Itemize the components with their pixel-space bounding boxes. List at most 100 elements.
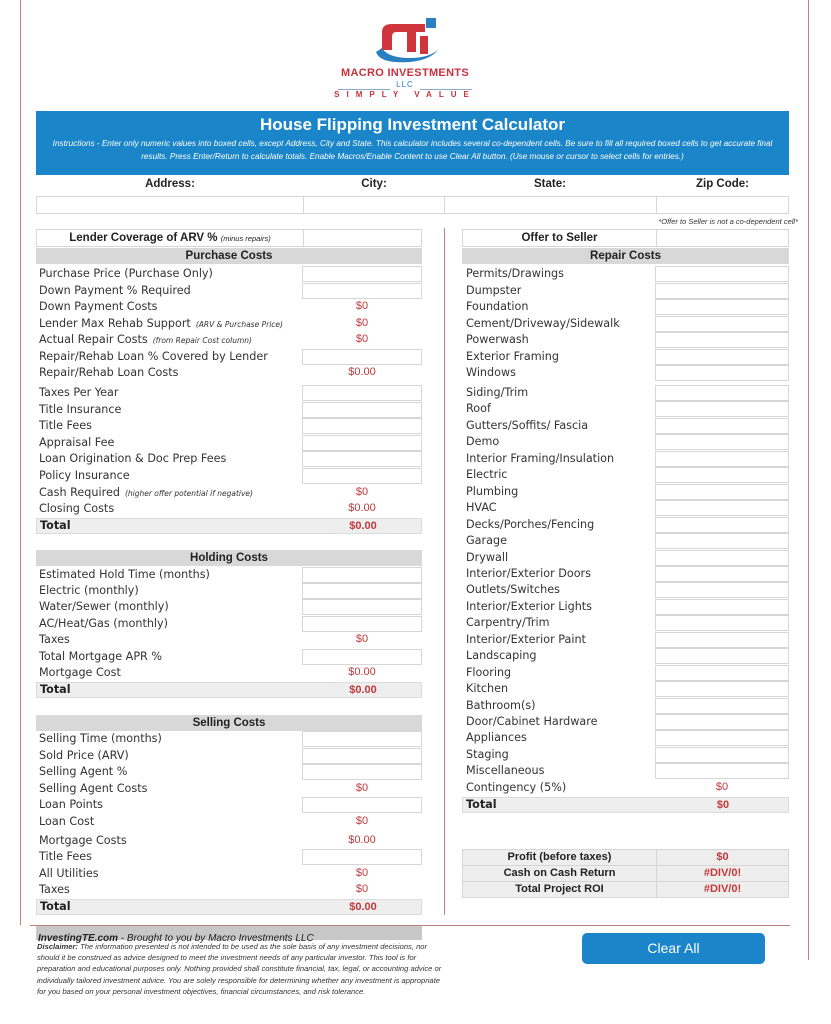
value-input[interactable] [302, 349, 422, 365]
value-input[interactable] [655, 599, 789, 615]
city-field[interactable] [303, 196, 445, 214]
disclaimer: Disclaimer: The information presented is… [37, 941, 447, 997]
address-field[interactable] [36, 196, 304, 214]
value-input[interactable] [302, 385, 422, 401]
value-input[interactable] [655, 401, 789, 417]
value-input[interactable] [655, 500, 789, 516]
value-input[interactable] [655, 698, 789, 714]
row-label: HVAC [466, 501, 497, 514]
row-label: Interior/Exterior Doors [466, 567, 591, 580]
row-label: Decks/Porches/Fencing [466, 518, 595, 531]
value-input[interactable] [302, 451, 422, 467]
purchase-costs-total: Total $0.00 [36, 518, 422, 534]
row-label: Siding/Trim [466, 386, 529, 399]
row-label: Down Payment Costs [39, 300, 158, 313]
value-input[interactable] [302, 748, 422, 764]
summary-value: $0 [716, 851, 729, 863]
value-input[interactable] [655, 747, 789, 763]
value-input[interactable] [302, 731, 422, 747]
value-input[interactable] [655, 299, 789, 315]
summary-roi: Total Project ROI #DIV/0! [462, 881, 789, 898]
offer-to-seller-input[interactable] [657, 230, 788, 246]
value-input[interactable] [302, 616, 422, 632]
row-label: Actual Repair Costs (from Repair Cost col… [39, 333, 252, 346]
value-input[interactable] [655, 467, 789, 483]
calculated-value: $0.00 [348, 366, 376, 378]
row-label: Title Insurance [39, 403, 122, 416]
state-field[interactable] [444, 196, 657, 214]
row-label: Demo [466, 435, 500, 448]
row-label: Purchase Price (Purchase Only) [39, 267, 213, 280]
row-label: Landscaping [466, 649, 537, 662]
calculated-value: $0 [355, 317, 369, 329]
row-label: Taxes [39, 883, 70, 896]
value-input[interactable] [302, 283, 422, 299]
total-label: Total [40, 519, 71, 532]
value-input[interactable] [302, 435, 422, 451]
value-input[interactable] [655, 714, 789, 730]
value-input[interactable] [655, 385, 789, 401]
row-label: Bathroom(s) [466, 699, 536, 712]
row-label: AC/Heat/Gas (monthly) [39, 617, 169, 630]
row-label: Estimated Hold Time (months) [39, 568, 210, 581]
value-input[interactable] [655, 632, 789, 648]
row-label: Down Payment % Required [39, 284, 191, 297]
row-label: Total Mortgage APR % [39, 650, 163, 663]
instructions-text: Instructions - Enter only numeric values… [52, 139, 773, 161]
value-input[interactable] [302, 649, 422, 665]
row-label: Cement/Driveway/Sidewalk [466, 316, 620, 330]
value-input[interactable] [302, 764, 422, 780]
value-input[interactable] [655, 550, 789, 566]
value-input[interactable] [655, 365, 789, 381]
row-label: Door/Cabinet Hardware [466, 715, 598, 728]
value-input[interactable] [655, 332, 789, 348]
calculated-value: $0 [355, 883, 369, 895]
value-input[interactable] [302, 583, 422, 599]
value-input[interactable] [655, 648, 789, 664]
value-input[interactable] [302, 599, 422, 615]
value-input[interactable] [655, 517, 789, 533]
value-input[interactable] [302, 418, 422, 434]
calculated-value: $0 [355, 333, 369, 345]
zip-field[interactable] [656, 196, 789, 214]
value-input[interactable] [655, 730, 789, 746]
address-label: Address: [145, 178, 195, 190]
row-label: Electric (monthly) [39, 584, 139, 597]
value-input[interactable] [655, 615, 789, 631]
logo-llc: LLC [396, 80, 414, 89]
value-input[interactable] [302, 567, 422, 583]
value-input[interactable] [302, 849, 422, 865]
value-input[interactable] [655, 484, 789, 500]
row-label: Roof [466, 402, 491, 415]
value-input[interactable] [655, 418, 789, 434]
column-divider [444, 228, 445, 915]
value-input[interactable] [655, 566, 789, 582]
value-input[interactable] [655, 582, 789, 598]
lender-coverage-input[interactable] [304, 230, 421, 246]
row-label: Water/Sewer (monthly) [39, 600, 169, 613]
calculated-value: $0.00 [348, 666, 376, 678]
value-input[interactable] [655, 348, 789, 365]
row-label: Closing Costs [39, 502, 115, 515]
summary-label: Cash on Cash Return [503, 867, 616, 879]
value-input[interactable] [302, 797, 422, 813]
value-input[interactable] [655, 266, 789, 282]
clear-all-button[interactable]: Clear All [582, 933, 765, 964]
value-input[interactable] [302, 402, 422, 418]
row-label: Permits/Drawings [466, 267, 564, 280]
row-label: Loan Origination & Doc Prep Fees [39, 452, 227, 465]
zip-label: Zip Code: [695, 178, 750, 190]
value-input[interactable] [655, 451, 789, 467]
value-input[interactable] [655, 282, 789, 299]
value-input[interactable] [655, 681, 789, 697]
value-input[interactable] [655, 763, 789, 779]
value-input[interactable] [302, 266, 422, 282]
title-banner: House Flipping Investment Calculator Ins… [36, 111, 789, 175]
value-input[interactable] [302, 468, 422, 484]
value-input[interactable] [655, 315, 789, 332]
value-input[interactable] [655, 665, 789, 681]
disclaimer-label: Disclaimer: [37, 942, 78, 951]
value-input[interactable] [655, 434, 789, 450]
value-input[interactable] [655, 533, 789, 549]
calculated-value: $0 [355, 782, 369, 794]
